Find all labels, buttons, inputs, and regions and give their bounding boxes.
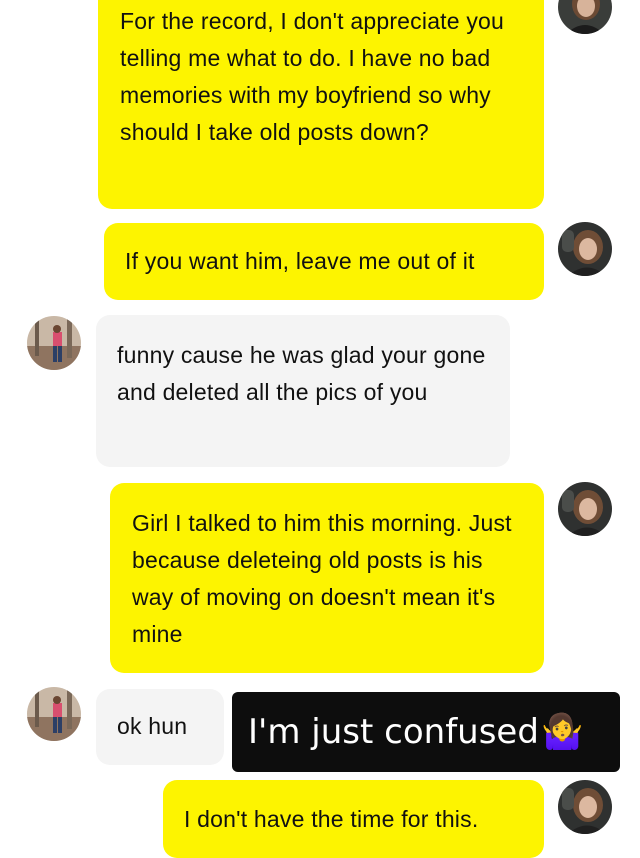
- shrug-emoji-icon: 🤷‍♀️: [540, 712, 584, 752]
- caption-text: I'm just confused: [248, 712, 539, 752]
- avatar-sender[interactable]: [558, 780, 612, 834]
- user-photo-icon: [558, 222, 612, 276]
- message-text: Girl I talked to him this morning. Just …: [132, 510, 512, 647]
- message-bubble-sent: For the record, I don't appreciate you t…: [98, 0, 544, 209]
- message-text: For the record, I don't appreciate you t…: [120, 8, 505, 145]
- user-photo-icon: [558, 0, 612, 34]
- user-photo-icon: [558, 482, 612, 536]
- message-bubble-sent: Girl I talked to him this morning. Just …: [110, 483, 544, 673]
- message-text: funny cause he was glad your gone and de…: [117, 342, 486, 405]
- caption-overlay: I'm just confused 🤷‍♀️: [232, 692, 620, 772]
- avatar-sender[interactable]: [558, 222, 612, 276]
- message-bubble-sent: I don't have the time for this.: [163, 780, 544, 858]
- avatar-recipient[interactable]: [27, 687, 81, 741]
- message-bubble-received: funny cause he was glad your gone and de…: [96, 315, 510, 467]
- message-text: If you want him, leave me out of it: [125, 248, 475, 274]
- message-text: I don't have the time for this.: [184, 806, 479, 832]
- message-bubble-sent: If you want him, leave me out of it: [104, 223, 544, 300]
- user-photo-icon: [27, 316, 81, 370]
- avatar-sender[interactable]: [558, 0, 612, 34]
- user-photo-icon: [558, 780, 612, 834]
- message-text: ok hun: [117, 713, 188, 739]
- user-photo-icon: [27, 687, 81, 741]
- avatar-sender[interactable]: [558, 482, 612, 536]
- message-bubble-received: ok hun: [96, 689, 224, 765]
- avatar-recipient[interactable]: [27, 316, 81, 370]
